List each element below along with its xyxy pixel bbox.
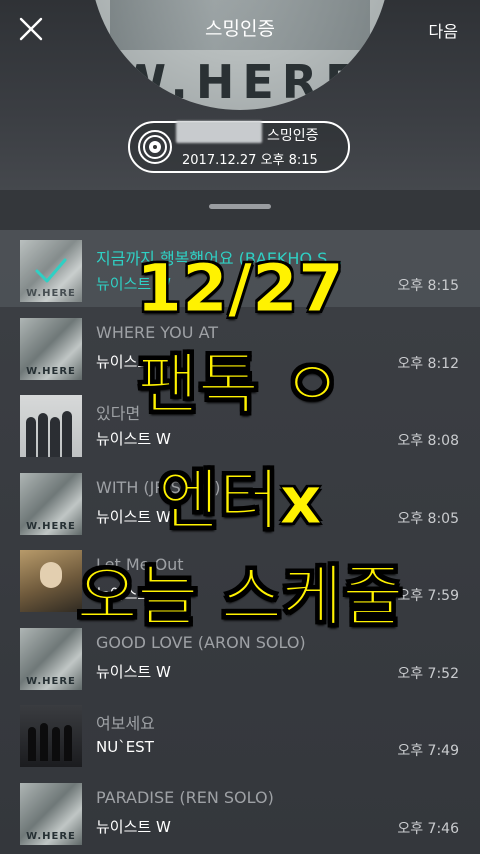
track-row[interactable]: 있다면 뉴이스트 W 오후 8:08 — [0, 385, 480, 462]
track-thumbnail — [20, 395, 82, 457]
song-title: GOOD LOVE (ARON SOLO) — [96, 633, 306, 652]
song-title: WITH (JR SOLO) — [96, 478, 221, 497]
song-title: 있다면 — [96, 404, 141, 423]
sheet-handle-bar — [0, 190, 480, 230]
artist-name: 뉴이스트 W — [96, 818, 171, 836]
song-title: PARADISE (REN SOLO) — [96, 788, 274, 807]
artist-name: 뉴이스트 W — [96, 353, 171, 371]
redacted-username — [176, 121, 262, 143]
track-row[interactable]: GOOD LOVE (ARON SOLO) 뉴이스트 W 오후 7:52 — [0, 618, 480, 695]
song-title: 여보세요 — [96, 714, 155, 733]
artist-name: 뉴이스트 W — [96, 585, 171, 603]
play-time: 오후 8:12 — [397, 356, 459, 372]
play-time: 오후 8:08 — [397, 433, 459, 449]
selected-overlay — [20, 240, 82, 302]
track-row[interactable]: 여보세요 NU`EST 오후 7:49 — [0, 695, 480, 772]
play-time: 오후 7:49 — [397, 743, 459, 759]
badge-timestamp: 2017.12.27 오후 8:15 — [182, 153, 318, 168]
drag-handle[interactable] — [209, 204, 271, 209]
artist-name: 뉴이스트 W — [96, 663, 171, 681]
song-title: 지금까지 행복했어요 (BAEKHO S... — [96, 249, 343, 268]
play-time: 오후 7:52 — [397, 666, 459, 682]
next-button[interactable]: 다음 — [429, 18, 458, 42]
track-thumbnail — [20, 628, 82, 690]
disc-icon — [138, 130, 172, 164]
song-title: WHERE YOU AT — [96, 323, 219, 342]
artist-name: 뉴이스트 W — [96, 430, 171, 448]
album-title-art: W.HERE — [115, 55, 365, 109]
checkmark-icon — [35, 258, 67, 283]
track-row[interactable]: WITH (JR SOLO) 뉴이스트 W 오후 8:05 — [0, 463, 480, 540]
track-row[interactable]: PARADISE (REN SOLO) 뉴이스트 W 오후 7:46 — [0, 773, 480, 850]
track-list: 지금까지 행복했어요 (BAEKHO S... 뉴이스트 W 오후 8:15 W… — [0, 230, 480, 854]
track-thumbnail — [20, 240, 82, 302]
track-thumbnail — [20, 473, 82, 535]
track-thumbnail — [20, 783, 82, 845]
track-thumbnail — [20, 550, 82, 612]
page-title: 스밍인증 — [205, 18, 275, 40]
track-thumbnail — [20, 705, 82, 767]
header: W.HERE 스밍인증 다음 스밍인증 2017.12.27 오후 8:15 — [0, 0, 480, 190]
play-time: 오후 8:05 — [397, 511, 459, 527]
badge-label: 스밍인증 — [267, 128, 319, 144]
artist-name: 뉴이스트 W — [96, 275, 171, 293]
track-row[interactable]: 지금까지 행복했어요 (BAEKHO S... 뉴이스트 W 오후 8:15 — [0, 230, 480, 307]
track-row[interactable]: WHERE YOU AT 뉴이스트 W 오후 8:12 — [0, 308, 480, 385]
play-time: 오후 8:15 — [397, 278, 459, 294]
track-thumbnail — [20, 318, 82, 380]
play-time: 오후 7:46 — [397, 821, 459, 837]
artist-name: NU`EST — [96, 738, 154, 756]
artist-name: 뉴이스트 W — [96, 508, 171, 526]
play-time: 오후 7:59 — [397, 588, 459, 604]
streaming-badge: 스밍인증 2017.12.27 오후 8:15 — [128, 121, 350, 173]
track-row[interactable]: Let Me Out 뉴이스트 W 오후 7:59 — [0, 540, 480, 617]
song-title: Let Me Out — [96, 555, 184, 574]
